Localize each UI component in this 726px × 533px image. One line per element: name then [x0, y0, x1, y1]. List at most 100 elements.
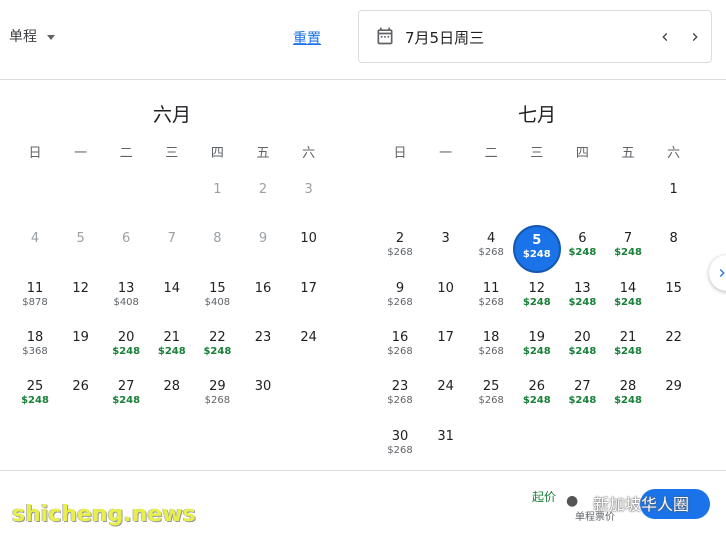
calendar-day[interactable]: 9 $268: [378, 277, 422, 321]
wechat-icon: ●: [566, 493, 579, 509]
calendar-day[interactable]: 25 $268: [469, 375, 513, 419]
calendar-day[interactable]: 17: [424, 326, 468, 370]
day-price: $248: [614, 296, 642, 308]
day-price: $878: [22, 296, 48, 308]
day-number: 18: [482, 329, 500, 345]
calendar-day[interactable]: 16 $268: [378, 326, 422, 370]
calendar-day[interactable]: 10: [424, 277, 468, 321]
day-number: 16: [391, 329, 409, 345]
day-number: 1: [213, 182, 222, 197]
calendar-day[interactable]: 28: [150, 375, 194, 419]
day-number: 4: [30, 231, 40, 247]
day-price: $248: [568, 247, 597, 259]
weekday-label: 三: [530, 146, 544, 161]
calendar-day[interactable]: 17: [287, 277, 331, 321]
day-number: 11: [26, 280, 44, 296]
day-number: 25: [26, 379, 44, 395]
calendar-day[interactable]: 18 $268: [469, 326, 513, 370]
calendar-day[interactable]: 12: [59, 277, 103, 321]
calendar-day[interactable]: 24: [287, 326, 331, 370]
day-number: 30: [391, 428, 409, 444]
day-price: $248: [522, 296, 551, 308]
day-number: 6: [122, 231, 131, 247]
calendar-day[interactable]: 27 $248: [104, 375, 148, 419]
calendar-day: 7: [150, 227, 194, 271]
calendar-day[interactable]: 29 $268: [195, 375, 239, 419]
calendar-day[interactable]: 4 $268: [469, 227, 513, 271]
calendar-day[interactable]: 15: [652, 277, 696, 321]
day-price: $268: [387, 296, 413, 308]
calendar-day[interactable]: 28 $248: [606, 375, 650, 419]
calendar-day[interactable]: 11 $878: [13, 277, 57, 321]
calendar-day[interactable]: 13 $408: [104, 277, 148, 321]
day-number: 17: [437, 329, 454, 345]
next-date-button[interactable]: [683, 25, 707, 49]
calendar-day[interactable]: 11 $268: [469, 277, 513, 321]
calendar-day[interactable]: 25 $248: [13, 375, 57, 419]
next-month-button[interactable]: [709, 255, 726, 291]
calendar-day[interactable]: 14 $248: [606, 277, 650, 321]
calendar-day[interactable]: 15 $408: [195, 277, 239, 321]
day-number: 9: [258, 231, 268, 247]
calendar-day[interactable]: 30: [241, 375, 285, 419]
calendar-day: 2: [241, 178, 285, 222]
calendar-day[interactable]: 30 $268: [378, 425, 422, 469]
calendar-day[interactable]: 23: [241, 326, 285, 370]
weekday-label: 二: [119, 146, 133, 161]
calendar-day[interactable]: 6 $248: [560, 227, 604, 271]
calendar-day[interactable]: 20 $248: [560, 326, 604, 370]
day-number: 18: [26, 329, 44, 345]
calendar-day[interactable]: 27 $248: [560, 375, 604, 419]
day-number: 23: [391, 379, 409, 395]
day-price: $368: [22, 345, 48, 357]
calendar-day[interactable]: 21 $248: [150, 326, 194, 370]
calendar-day[interactable]: 8: [652, 227, 696, 271]
calendar-day[interactable]: 20 $248: [104, 326, 148, 370]
calendar-day[interactable]: 14: [150, 277, 194, 321]
day-price: $248: [522, 395, 551, 407]
previous-date-button[interactable]: [653, 25, 677, 49]
day-number: 8: [213, 231, 222, 247]
calendar-day[interactable]: 23 $268: [378, 375, 422, 419]
day-number: 2: [258, 182, 268, 197]
calendar-day[interactable]: 18 $368: [13, 326, 57, 370]
channel-watermark: 新加坡华人圈: [593, 495, 690, 514]
day-number: 3: [304, 182, 313, 197]
day-price: $248: [157, 345, 186, 357]
calendar-day[interactable]: 3: [424, 227, 468, 271]
day-number: 28: [619, 379, 637, 395]
trip-type-dropdown[interactable]: 单程: [9, 26, 55, 46]
reset-button[interactable]: 重置: [293, 28, 321, 48]
calendar-day[interactable]: 2 $268: [378, 227, 422, 271]
day-number: 22: [665, 329, 682, 345]
calendar-day[interactable]: 13 $248: [560, 277, 604, 321]
calendar-day[interactable]: 12 $248: [515, 277, 559, 321]
day-price: $248: [568, 395, 597, 407]
calendar-day[interactable]: 19: [59, 326, 103, 370]
calendar-day: 1: [195, 178, 239, 222]
calendar-day[interactable]: 21 $248: [606, 326, 650, 370]
day-price: $248: [522, 249, 551, 261]
day-number: 7: [167, 231, 176, 247]
calendar-day[interactable]: 31: [424, 425, 468, 469]
calendar-day[interactable]: 10: [287, 227, 331, 271]
weekday-label: 五: [621, 146, 635, 161]
calendar-day[interactable]: 19 $248: [515, 326, 559, 370]
calendar-day[interactable]: 26: [59, 375, 103, 419]
day-number: 16: [254, 280, 272, 296]
month-title: 六月: [152, 104, 191, 126]
calendar-day[interactable]: 29: [652, 375, 696, 419]
calendar-day[interactable]: 7 $248: [606, 227, 650, 271]
calendar-day[interactable]: 24: [424, 375, 468, 419]
calendar-day[interactable]: 22 $248: [195, 326, 239, 370]
day-number: 13: [574, 280, 591, 296]
calendar-day[interactable]: 26 $248: [515, 375, 559, 419]
calendar-day[interactable]: 5 $248: [512, 225, 561, 274]
calendar-day[interactable]: 22: [652, 326, 696, 370]
day-number: 26: [528, 379, 546, 395]
calendar-day[interactable]: 16: [241, 277, 285, 321]
weekday-label: 六: [667, 146, 681, 161]
calendar-day[interactable]: 1: [652, 178, 696, 222]
day-number: 20: [117, 329, 135, 345]
selected-date-field[interactable]: 7月5日周三: [358, 10, 712, 63]
